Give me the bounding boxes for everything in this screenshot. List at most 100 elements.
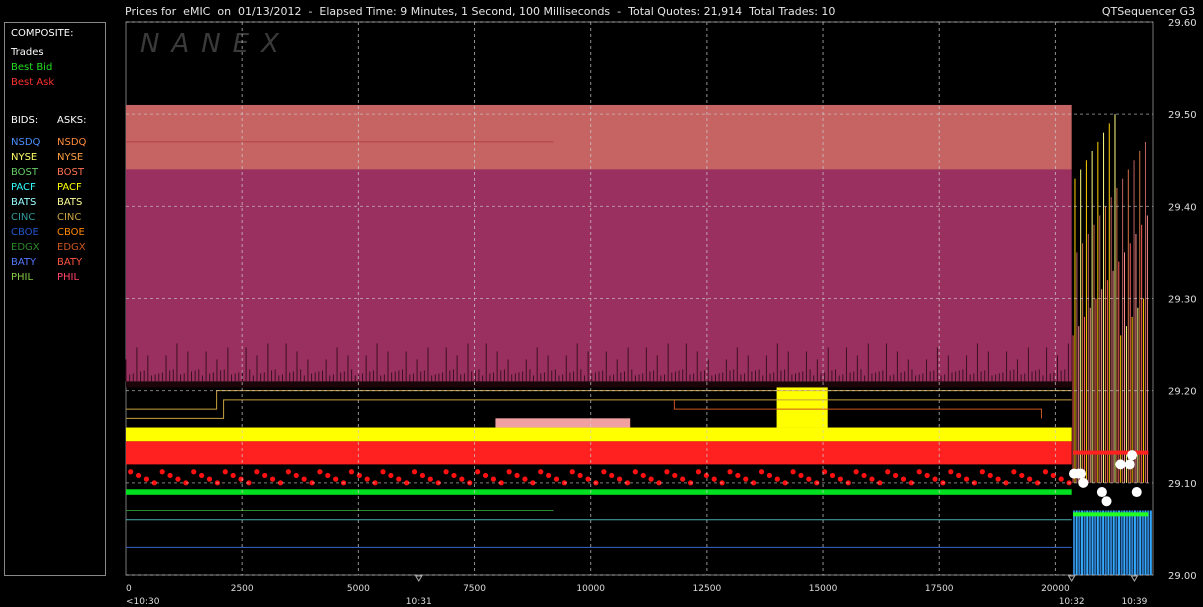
ask-quote-dot xyxy=(206,476,213,482)
ask-quote-dot xyxy=(490,476,497,482)
ask-quote-dot xyxy=(348,469,355,475)
ask-quote-dot xyxy=(459,476,465,482)
time-label: 10:31 xyxy=(406,597,432,607)
y-tick-label: 29.50 xyxy=(1168,110,1197,121)
ask-quote-dot xyxy=(230,472,236,479)
ask-quote-dot xyxy=(798,472,804,479)
trade-point xyxy=(1115,459,1126,470)
x-tick-label: 0 xyxy=(126,584,132,594)
ask-quote-dot xyxy=(143,476,150,482)
ask-quote-dot xyxy=(829,472,836,479)
ask-quote-dot xyxy=(601,469,607,475)
ask-quote-dot xyxy=(475,469,481,475)
x-tick-label: 17500 xyxy=(925,584,954,594)
trade-point xyxy=(1127,450,1138,461)
ask-quote-dot xyxy=(577,472,583,479)
ask-quote-dot xyxy=(569,469,575,475)
trade-point xyxy=(1124,459,1135,470)
ask-quote-dot xyxy=(1019,472,1025,479)
ask-quote-dot xyxy=(538,469,544,475)
trade-point xyxy=(1131,487,1142,498)
ask-quote-dot xyxy=(419,472,426,479)
ask-quote-dot xyxy=(853,469,859,475)
ask-quote-dot xyxy=(317,469,323,475)
trade-point xyxy=(1078,477,1089,488)
ask-quote-dot xyxy=(191,469,197,475)
ask-quote-dot xyxy=(924,472,930,479)
trade-point xyxy=(1075,468,1086,479)
nanex-watermark: NANEX xyxy=(140,29,291,59)
x-tick-label: 7500 xyxy=(463,584,486,594)
ask-quote-dot xyxy=(640,472,646,479)
ask-quote-dot xyxy=(632,469,638,475)
ask-quote-dot xyxy=(301,476,307,482)
pink-block xyxy=(495,418,631,428)
ask-quote-dot xyxy=(254,469,260,475)
ask-quote-dot xyxy=(285,469,291,475)
green-bid-band xyxy=(126,489,1072,495)
x-tick-label: 2500 xyxy=(231,584,254,594)
ask-quote-dot xyxy=(892,472,899,479)
ask-quote-dot xyxy=(806,476,812,482)
ask-quote-dot xyxy=(269,476,276,482)
y-tick-label: 29.20 xyxy=(1168,387,1197,398)
ask-quote-dot xyxy=(1027,476,1033,482)
ask-quote-dot xyxy=(948,469,954,475)
ask-quote-dot xyxy=(766,472,773,479)
ask-quote-dot xyxy=(443,469,449,475)
ask-quote-dot xyxy=(616,476,623,482)
ask-quote-dot xyxy=(869,476,875,482)
time-marker-icon xyxy=(1067,575,1076,582)
ask-quote-dot xyxy=(388,472,394,479)
x-tick-label: 15000 xyxy=(809,584,838,594)
ask-quote-dot xyxy=(664,469,670,475)
y-tick-label: 29.30 xyxy=(1168,295,1197,306)
ask-quote-dot xyxy=(333,476,339,482)
ask-quote-dot xyxy=(995,476,1001,482)
ask-quote-dot xyxy=(711,476,717,482)
ask-quote-dot xyxy=(956,472,962,479)
time-marker-icon xyxy=(414,575,423,582)
ask-quote-dot xyxy=(758,469,765,475)
y-tick-label: 29.00 xyxy=(1168,571,1197,582)
ask-quote-dot xyxy=(427,476,433,482)
ask-quote-dot xyxy=(1058,476,1064,482)
ask-quote-dot xyxy=(963,476,970,482)
ask-band-floor xyxy=(126,381,1072,388)
ask-quote-dot xyxy=(325,472,331,479)
ask-quote-dot xyxy=(411,469,418,475)
chart: NANEX 29.00 29.10 29.20 29.30 29.40 29.50 29.60… xyxy=(125,18,1197,607)
ask-quote-dot xyxy=(916,469,922,475)
ask-quote-dot xyxy=(159,469,165,475)
ask-quote-dot xyxy=(585,476,591,482)
ask-quote-dot xyxy=(774,476,780,482)
upper-ask-band xyxy=(126,104,1072,170)
ask-quote-dot xyxy=(522,476,528,482)
ask-quote-dot xyxy=(743,476,749,482)
x-tick-label: 12500 xyxy=(693,584,722,594)
yellow-ask-band xyxy=(126,427,1072,442)
ask-quote-dot xyxy=(885,469,891,475)
red-ask-band xyxy=(126,441,1072,465)
time-marker-icon xyxy=(1130,575,1139,582)
ask-quote-dot xyxy=(672,472,678,479)
ask-quote-dot xyxy=(396,476,402,482)
ask-quote-dot xyxy=(546,472,552,479)
ask-quote-dot xyxy=(680,476,686,482)
ask-quote-dot xyxy=(648,476,654,482)
time-label: 10:39 xyxy=(1121,597,1147,607)
ask-quote-dot xyxy=(790,469,796,475)
ask-quote-dot xyxy=(356,472,362,479)
ask-quote-dot xyxy=(727,469,733,475)
ask-quote-dot xyxy=(135,472,142,479)
x-tick-label: 10000 xyxy=(576,584,605,594)
x-tick-label: 5000 xyxy=(347,584,370,594)
ask-quote-dot xyxy=(238,476,244,482)
ask-quote-dot xyxy=(861,472,867,479)
ask-quote-dot xyxy=(222,469,228,475)
y-tick-label: 29.60 xyxy=(1168,18,1197,29)
ask-quote-dot xyxy=(451,472,457,479)
time-label: <10:30 xyxy=(126,597,160,607)
ask-quote-dot xyxy=(482,472,489,479)
late-green-bid xyxy=(1073,512,1149,517)
